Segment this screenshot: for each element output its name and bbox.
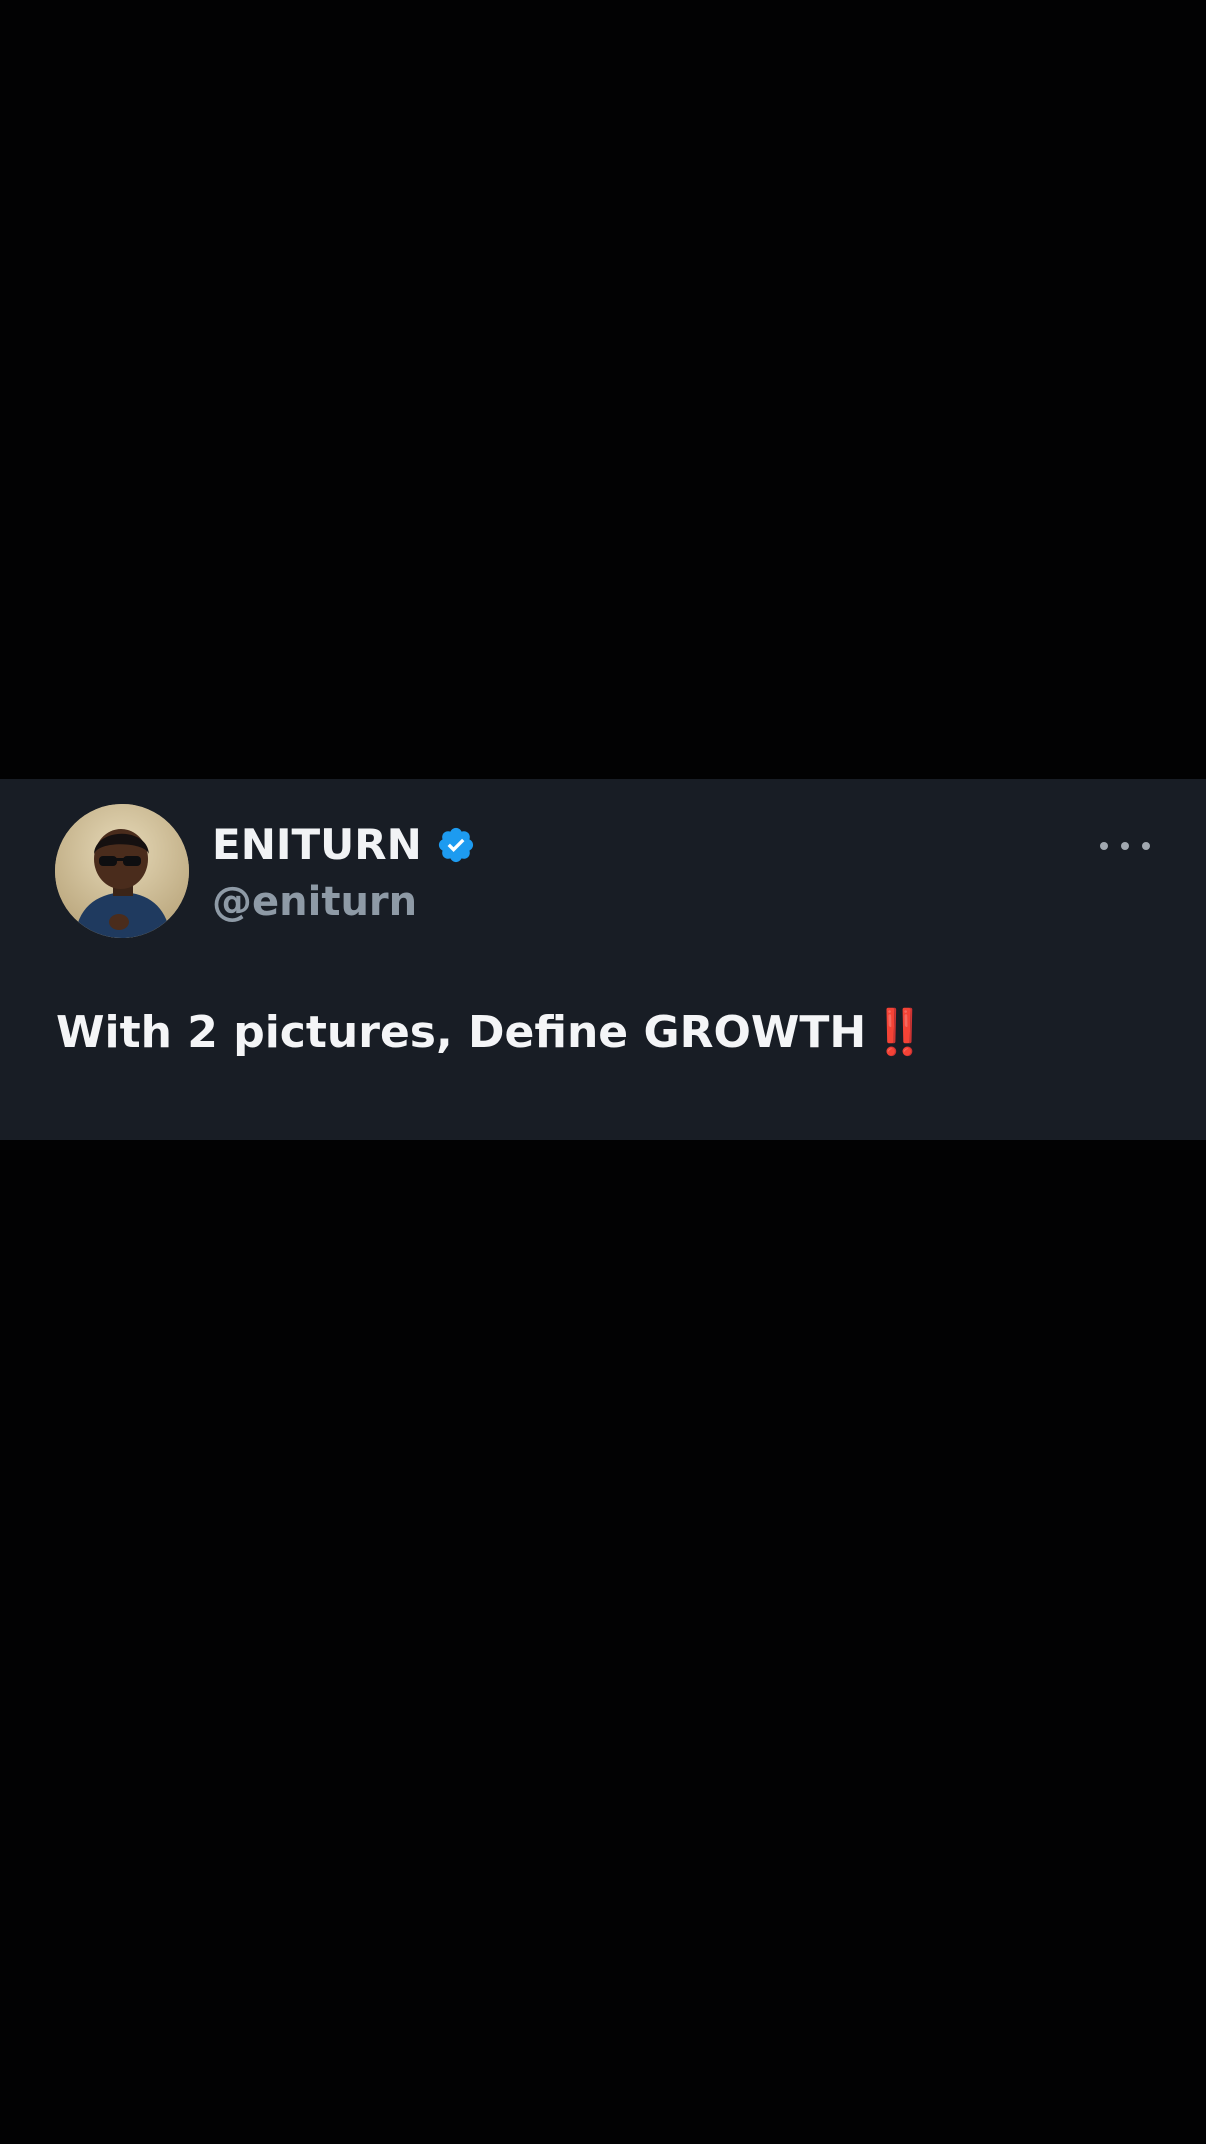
more-dot xyxy=(1121,842,1129,850)
tweet-text: With 2 pictures, Define GROWTH ‼️ xyxy=(56,1001,927,1065)
more-options-button[interactable] xyxy=(1100,831,1150,861)
handle[interactable]: @eniturn xyxy=(212,875,417,929)
screen: ENITURN @eniturn With 2 pictures, Define… xyxy=(0,0,1206,2144)
more-dot xyxy=(1142,842,1150,850)
more-horizontal-icon xyxy=(1100,842,1108,850)
tweet-text-body: With 2 pictures, Define GROWTH xyxy=(56,1007,867,1058)
avatar-image xyxy=(55,804,189,938)
display-name[interactable]: ENITURN xyxy=(212,817,422,873)
double-exclamation-icon: ‼️ xyxy=(872,1007,928,1058)
tweet-card[interactable]: ENITURN @eniturn With 2 pictures, Define… xyxy=(0,779,1206,1140)
avatar[interactable] xyxy=(55,804,189,938)
verified-badge-icon xyxy=(436,825,476,865)
display-name-row: ENITURN xyxy=(212,817,476,873)
